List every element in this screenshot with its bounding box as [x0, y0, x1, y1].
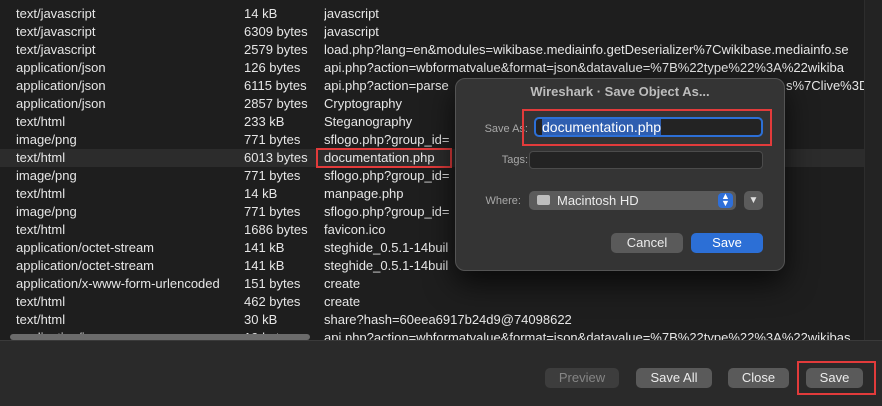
content-type-cell: text/html: [16, 294, 66, 309]
content-type-cell: application/x-www-form-urlencoded: [16, 276, 220, 291]
filename-cell: create: [324, 276, 361, 291]
content-type-cell: application/json: [16, 96, 106, 111]
hard-disk-icon: [537, 195, 550, 205]
filename-cell-tail: s%7Clive%3D: [786, 78, 869, 93]
content-type-cell: image/png: [16, 168, 77, 183]
size-cell: 141 kB: [244, 240, 285, 255]
filename-cell: load.php?lang=en&modules=wikibase.mediai…: [324, 42, 849, 57]
size-cell: 771 bytes: [244, 168, 301, 183]
size-cell: 14 kB: [244, 186, 278, 201]
vertical-scrollbar[interactable]: [864, 0, 882, 340]
size-cell: 462 bytes: [244, 294, 301, 309]
table-row[interactable]: application/x-www-form-urlencoded 151 byt…: [0, 275, 864, 293]
content-type-cell: application/octet-stream: [16, 258, 155, 273]
content-type-cell: text/html: [16, 150, 66, 165]
content-type-cell: application/json: [16, 78, 106, 93]
tags-input[interactable]: [529, 151, 763, 169]
close-button[interactable]: Close: [728, 368, 789, 388]
up-down-arrows-icon: ▲ ▼: [718, 192, 733, 208]
save-as-input[interactable]: documentation.php: [534, 117, 763, 137]
table-row[interactable]: application/json 126 bytes api.php?action=…: [0, 59, 864, 77]
size-cell: 6115 bytes: [244, 78, 307, 93]
tags-label: Tags:: [501, 154, 528, 166]
dialog-save-button[interactable]: Save: [691, 233, 763, 253]
expand-chevron-icon[interactable]: ▼: [744, 191, 763, 210]
where-value: Macintosh HD: [557, 193, 639, 208]
where-label: Where:: [485, 195, 521, 207]
size-cell: 30 kB: [244, 312, 278, 327]
content-type-cell: text/javascript: [16, 42, 96, 57]
content-type-cell: text/html: [16, 114, 66, 129]
size-cell: 2579 bytes: [244, 42, 308, 57]
content-type-cell: application/json: [16, 60, 106, 75]
content-type-cell: text/javascript: [16, 24, 96, 39]
save-button[interactable]: Save: [806, 368, 863, 388]
save-as-label: Save As:: [484, 123, 528, 135]
table-row[interactable]: text/javascript 2579 bytes load.php?lang=e…: [0, 41, 864, 59]
size-cell: 141 kB: [244, 258, 285, 273]
table-row[interactable]: text/javascript 6309 bytes javascript: [0, 23, 864, 41]
content-type-cell: text/html: [16, 312, 66, 327]
size-cell: 2857 bytes: [244, 96, 308, 111]
content-type-cell: image/png: [16, 132, 77, 147]
content-type-cell: text/html: [16, 186, 66, 201]
table-row[interactable]: text/html 30 kB share?hash=60eea6917b24d9@…: [0, 311, 864, 329]
dialog-cancel-button[interactable]: Cancel: [611, 233, 683, 253]
filename-cell: api.php?action=wbformatvalue&format=json…: [324, 60, 844, 75]
dialog-title: Wireshark · Save Object As...: [530, 84, 710, 99]
save-object-dialog: Wireshark · Save Object As... Save As: d…: [455, 78, 785, 271]
size-cell: 151 bytes: [244, 276, 301, 291]
size-cell: 6309 bytes: [244, 24, 308, 39]
content-type-cell: application/octet-stream: [16, 240, 155, 255]
size-cell: 6013 bytes: [244, 150, 308, 165]
save-all-button[interactable]: Save All: [636, 368, 712, 388]
content-type-cell: image/png: [16, 204, 77, 219]
save-as-value: documentation.php: [542, 119, 662, 135]
size-cell: 126 bytes: [244, 60, 301, 75]
size-cell: 14 kB: [244, 6, 278, 21]
size-cell: 1686 bytes: [244, 222, 308, 237]
where-select[interactable]: Macintosh HD ▲ ▼: [529, 191, 736, 210]
filename-cell: javascript: [324, 6, 379, 21]
size-cell: 771 bytes: [244, 204, 301, 219]
size-cell: 771 bytes: [244, 132, 301, 147]
table-row[interactable]: text/javascript 14 kB javascript: [0, 5, 864, 23]
content-type-cell: text/html: [16, 222, 66, 237]
bottom-button-bar: Preview Save All Close Save: [0, 340, 882, 406]
preview-button[interactable]: Preview: [545, 368, 619, 388]
filename-cell: share?hash=60eea6917b24d9@74098622: [324, 312, 572, 327]
size-cell: 233 kB: [244, 114, 285, 129]
table-row[interactable]: text/html 462 bytes create: [0, 293, 864, 311]
content-type-cell: text/javascript: [16, 6, 96, 21]
filename-cell: javascript: [324, 24, 379, 39]
filename-cell: create: [324, 294, 361, 309]
